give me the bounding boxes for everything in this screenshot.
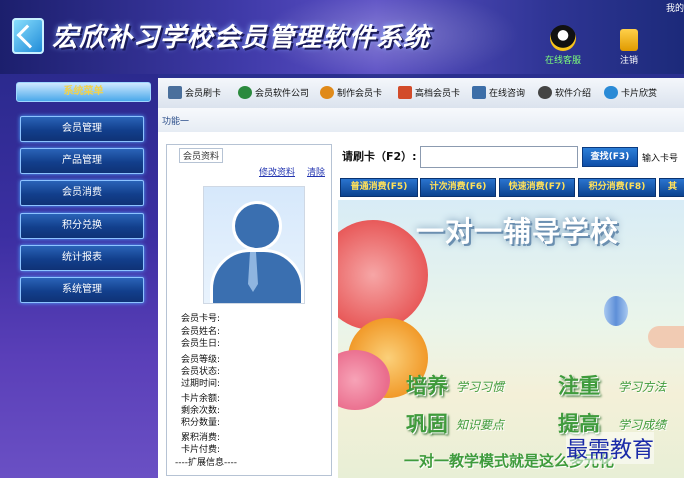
lock-icon xyxy=(620,29,638,51)
app-logo-icon xyxy=(12,18,44,54)
find-button[interactable]: 查找(F3) xyxy=(582,147,638,167)
online-service-label: 在线客服 xyxy=(544,56,581,66)
banner-cultivate: 培养 xyxy=(406,374,448,398)
field-points: 积分数量: xyxy=(181,418,221,428)
banner-consolidate: 巩固 xyxy=(406,412,448,436)
banner-study-habits: 学习习惯 xyxy=(456,380,505,394)
toolbar-label: 卡片欣赏 xyxy=(621,89,658,99)
toolbar: 会员刷卡 会员软件公司 制作会员卡 高档会员卡 在线咨询 软件介绍 卡片欣赏 xyxy=(158,78,684,109)
toolbar-label: 软件介绍 xyxy=(555,89,592,99)
field-card-fee: 卡片付费: xyxy=(181,445,221,455)
member-info-title: 会员资料 xyxy=(179,148,224,163)
sidebar-item-product-management[interactable]: 产品管理 xyxy=(20,148,144,174)
quick-consume-button[interactable]: 快速消费(F7) xyxy=(499,178,575,197)
count-consume-button[interactable]: 计次消费(F6) xyxy=(420,178,496,197)
toolbar-item-card-swipe[interactable]: 会员刷卡 xyxy=(168,86,221,102)
toolbar-item-card-gallery[interactable]: 卡片欣赏 xyxy=(604,86,657,102)
toolbar-label: 制作会员卡 xyxy=(337,89,383,99)
red-petal-decoration xyxy=(338,220,428,330)
card-number-hint: 输入卡号 xyxy=(642,154,679,164)
watermark: 最需教育 xyxy=(566,432,655,464)
globe-icon xyxy=(238,86,252,99)
hand-illustration xyxy=(648,326,684,348)
sidebar-item-member-management[interactable]: 会员管理 xyxy=(20,116,144,142)
banner-grades: 学习成绩 xyxy=(618,418,667,432)
penguin-icon xyxy=(550,25,576,51)
field-card-number: 会员卡号: xyxy=(181,314,221,324)
member-panel: 会员资料 修改资料 清除 会员卡号: 会员姓名: 会员生日: 会员等级: 会员状… xyxy=(158,132,336,478)
swipe-card-label: 请刷卡（F2）: xyxy=(342,150,417,163)
online-service-button[interactable]: 在线客服 xyxy=(538,25,588,66)
banner-focus: 注重 xyxy=(558,374,600,398)
banner-title: 一对一辅导学校 xyxy=(416,215,620,248)
gear-icon xyxy=(538,86,552,99)
toolbar-item-online-consult[interactable]: 在线咨询 xyxy=(472,86,525,102)
app-header: 宏欣补习学校会员管理软件系统 在线客服 注销 我的 xyxy=(0,0,684,80)
toolbar-label: 会员软件公司 xyxy=(255,89,310,99)
sidebar-heading: 系统菜单 xyxy=(16,82,151,102)
card-number-input[interactable] xyxy=(420,146,578,168)
app-title: 宏欣补习学校会员管理软件系统 xyxy=(52,23,431,53)
toolbar-item-premium-card[interactable]: 高档会员卡 xyxy=(398,86,460,102)
toolbar-item-software-company[interactable]: 会员软件公司 xyxy=(238,86,309,102)
user-corner-text[interactable]: 我的 xyxy=(666,1,684,14)
function-label: 功能一 xyxy=(162,117,190,127)
logout-label: 注销 xyxy=(619,56,638,66)
edit-info-link[interactable]: 修改资料 xyxy=(259,165,295,178)
sidebar-item-system-management[interactable]: 系统管理 xyxy=(20,277,144,303)
avatar-head xyxy=(232,201,282,251)
sidebar: 系统菜单 会员管理 产品管理 会员消费 积分兑换 统计报表 系统管理 xyxy=(0,74,158,478)
toolbar-item-software-intro[interactable]: 软件介绍 xyxy=(538,86,591,102)
sidebar-item-member-consumption[interactable]: 会员消费 xyxy=(20,180,144,206)
banner-study-methods: 学习方法 xyxy=(618,380,667,394)
consumption-area: 请刷卡（F2）: 查找(F3) 输入卡号 普通消费(F5) 计次消费(F6) 快… xyxy=(336,132,684,478)
clear-link[interactable]: 清除 xyxy=(307,165,325,178)
field-birthday: 会员生日: xyxy=(181,339,221,349)
function-bar: 功能一 xyxy=(158,108,684,132)
other-consume-button[interactable]: 其 xyxy=(659,178,684,197)
logout-button[interactable]: 注销 xyxy=(604,25,654,66)
field-extended-info: ----扩展信息---- xyxy=(175,458,237,468)
sidebar-item-statistics[interactable]: 统计报表 xyxy=(20,245,144,271)
points-consume-button[interactable]: 积分消费(F8) xyxy=(578,178,656,197)
card-reader-icon xyxy=(168,86,182,99)
house-icon xyxy=(398,86,412,99)
cloud-icon xyxy=(604,86,618,99)
sidebar-item-points-exchange[interactable]: 积分兑换 xyxy=(20,213,144,239)
normal-consume-button[interactable]: 普通消费(F5) xyxy=(340,178,418,197)
balloon-icon xyxy=(604,296,628,326)
member-avatar xyxy=(203,186,305,304)
monitor-icon xyxy=(472,86,486,99)
member-info-box: 会员资料 修改资料 清除 会员卡号: 会员姓名: 会员生日: 会员等级: 会员状… xyxy=(166,144,332,476)
toolbar-item-make-card[interactable]: 制作会员卡 xyxy=(320,86,382,102)
toolbar-label: 在线咨询 xyxy=(489,89,526,99)
toolbar-label: 会员刷卡 xyxy=(185,89,222,99)
refresh-icon xyxy=(320,86,334,99)
field-expiry: 过期时间: xyxy=(181,379,221,389)
toolbar-label: 高档会员卡 xyxy=(415,89,461,99)
banner-key-points: 知识要点 xyxy=(456,418,505,432)
